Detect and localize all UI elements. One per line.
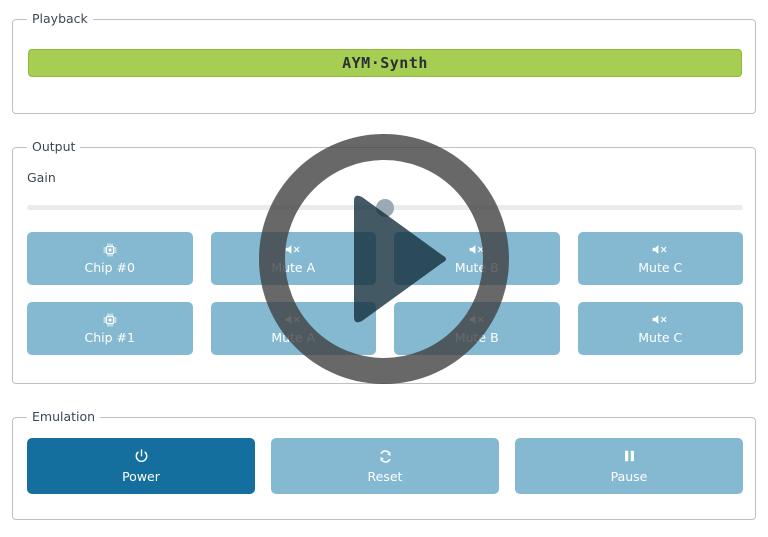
reset-label: Reset bbox=[367, 468, 403, 484]
refresh-icon bbox=[378, 449, 393, 465]
output-legend: Output bbox=[27, 139, 81, 155]
chip-icon bbox=[103, 313, 117, 327]
pause-label: Pause bbox=[610, 468, 648, 484]
reset-button[interactable]: Reset bbox=[271, 438, 499, 494]
chip-0-label: Chip #0 bbox=[84, 259, 135, 275]
chip-0-button[interactable]: Chip #0 bbox=[27, 232, 193, 285]
power-label: Power bbox=[122, 468, 160, 484]
play-overlay-button[interactable] bbox=[256, 131, 512, 387]
speaker-mute-icon bbox=[651, 313, 669, 327]
emulation-legend: Emulation bbox=[27, 409, 101, 425]
speaker-mute-icon bbox=[651, 243, 669, 257]
chip-icon bbox=[103, 243, 117, 257]
pause-icon bbox=[623, 449, 636, 465]
mute-c-chip1-button[interactable]: Mute C bbox=[577, 302, 743, 355]
pause-button[interactable]: Pause bbox=[515, 438, 743, 494]
mute-c-chip1-label: Mute C bbox=[638, 329, 683, 345]
aym-synth-title-button[interactable]: AYM·Synth bbox=[28, 49, 742, 77]
power-button[interactable]: Power bbox=[27, 438, 255, 494]
emulation-group: Emulation Power Reset Pause bbox=[12, 409, 756, 520]
playback-group: Playback AYM·Synth bbox=[12, 11, 756, 114]
emulation-button-grid: Power Reset Pause bbox=[27, 438, 743, 494]
chip-1-label: Chip #1 bbox=[84, 329, 135, 345]
chip-1-button[interactable]: Chip #1 bbox=[27, 302, 193, 355]
gain-label: Gain bbox=[27, 170, 56, 185]
mute-c-chip0-label: Mute C bbox=[638, 259, 683, 275]
playback-legend: Playback bbox=[27, 11, 93, 27]
mute-c-chip0-button[interactable]: Mute C bbox=[577, 232, 743, 285]
power-icon bbox=[134, 448, 149, 465]
